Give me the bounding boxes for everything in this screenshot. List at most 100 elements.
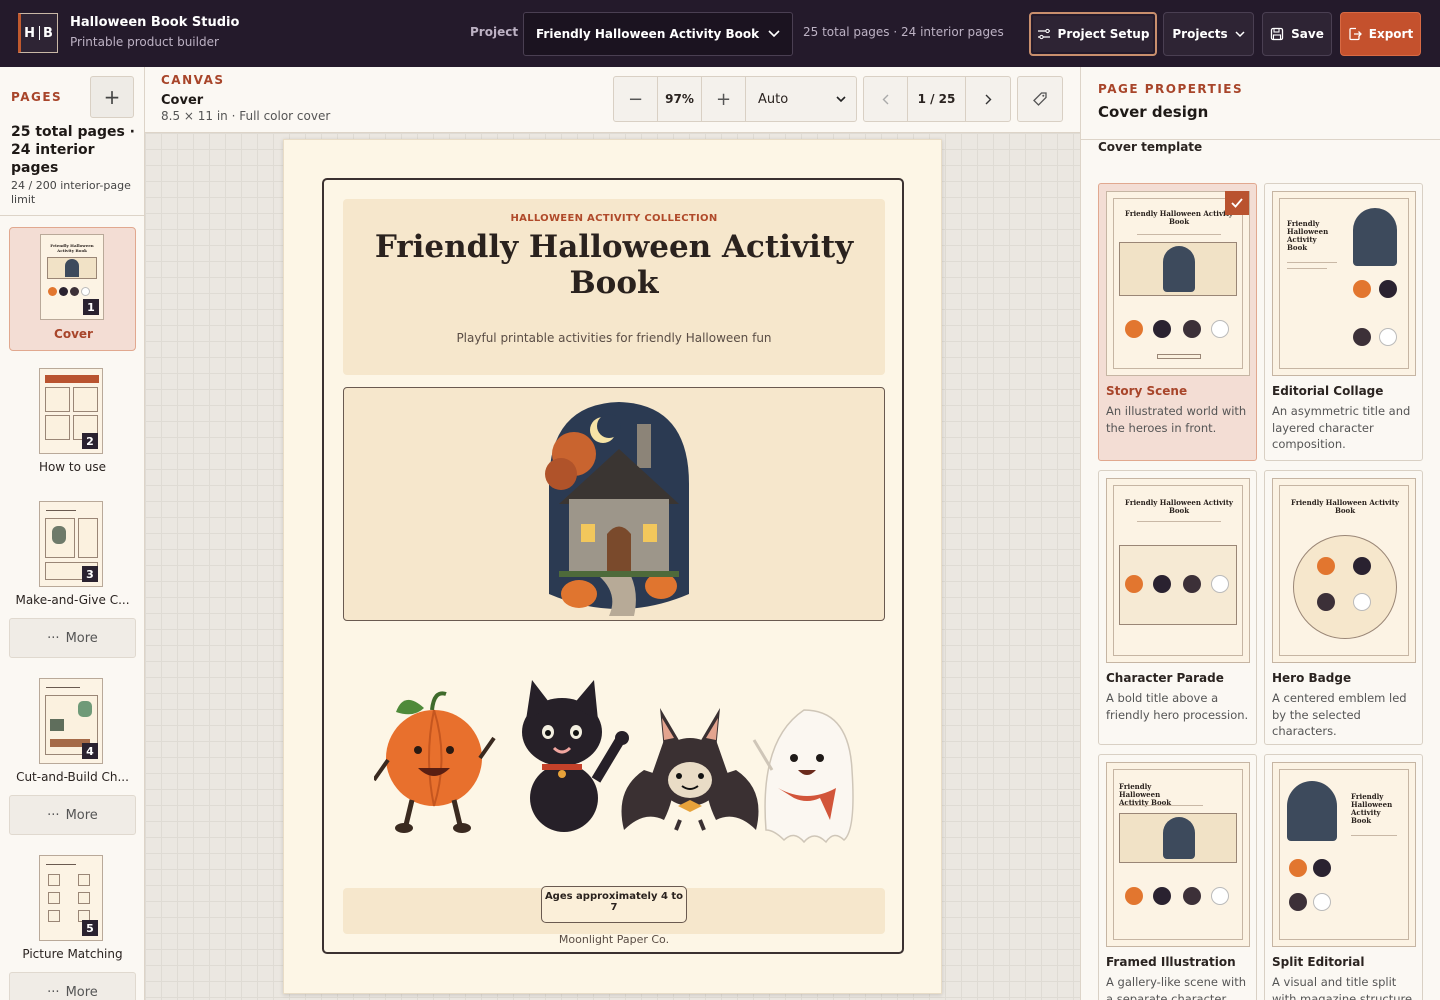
more-button[interactable]: ··· More — [9, 972, 136, 1000]
template-name: Character Parade — [1106, 671, 1224, 685]
chevron-right-icon — [985, 94, 991, 104]
project-select[interactable]: Friendly Halloween Activity Book — [523, 12, 793, 56]
chevron-down-icon — [768, 30, 780, 38]
minus-icon: − — [627, 88, 644, 110]
zoom-out-button[interactable]: − — [614, 77, 658, 121]
page-indicator: 1 / 25 — [908, 77, 966, 121]
template-desc: A visual and title split with magazine s… — [1272, 975, 1416, 1000]
more-button[interactable]: ··· More — [9, 618, 136, 658]
ghost-character — [752, 709, 854, 844]
prev-page-button[interactable] — [864, 77, 908, 121]
plus-icon: + — [715, 88, 732, 110]
cover-template-label: Cover template — [1098, 140, 1203, 154]
zoom-in-button[interactable]: + — [702, 77, 746, 121]
projects-label: Projects — [1172, 27, 1228, 41]
zoom-level: 97% — [658, 77, 702, 121]
template-desc: A bold title above a friendly hero proce… — [1106, 691, 1249, 722]
template-preview: Friendly Halloween Activity Book — [1272, 478, 1416, 663]
page-number: 2 — [82, 433, 98, 449]
chevron-left-icon — [882, 94, 889, 104]
cover-page[interactable]: HALLOWEEN ACTIVITY COLLECTION Friendly H… — [283, 139, 942, 994]
page-number: 1 — [83, 299, 99, 315]
cover-kicker: HALLOWEEN ACTIVITY COLLECTION — [510, 213, 718, 224]
page-number: 5 — [82, 920, 98, 936]
chevron-down-icon — [836, 95, 846, 102]
app-title: Halloween Book Studio — [70, 15, 240, 30]
canvas-header: CANVAS Cover 8.5 × 11 in · Full color co… — [145, 67, 1080, 133]
export-label: Export — [1368, 27, 1414, 41]
page-thumb-cut-and-build[interactable]: 4 Cut-and-Build Ch... — [9, 677, 136, 787]
template-name: Split Editorial — [1272, 955, 1365, 969]
page-label: Picture Matching — [22, 947, 123, 961]
page-thumb-how-to-use[interactable]: 2 How to use — [9, 367, 136, 481]
pages-label: PAGES — [11, 90, 63, 104]
template-preview: Friendly Halloween Activity Book — [1272, 191, 1416, 376]
template-card-character-parade[interactable]: Friendly Halloween Activity Book Charact… — [1098, 470, 1257, 745]
save-button[interactable]: Save — [1262, 12, 1332, 56]
chevron-down-icon — [1235, 30, 1245, 37]
zoom-fit-select[interactable]: Auto — [746, 77, 856, 121]
more-label: More — [65, 807, 98, 823]
pages-sidebar: PAGES + 25 total pages · 24 interior pag… — [0, 67, 145, 1000]
title-block[interactable]: HALLOWEEN ACTIVITY COLLECTION Friendly H… — [343, 199, 885, 375]
cover-frame: HALLOWEEN ACTIVITY COLLECTION Friendly H… — [322, 178, 904, 954]
page-label: Make-and-Give C... — [15, 593, 130, 607]
cover-title: Friendly Halloween Activity Book — [374, 229, 854, 301]
template-card-framed-illustration[interactable]: Friendly Halloween Activity Book Framed … — [1098, 754, 1257, 1000]
guides-toggle-button[interactable] — [1017, 76, 1063, 122]
template-preview: Friendly Halloween Activity Book — [1106, 478, 1250, 663]
save-label: Save — [1291, 27, 1324, 41]
page-label: How to use — [38, 460, 107, 474]
template-card-split-editorial[interactable]: Friendly Halloween Activity Book Split E… — [1264, 754, 1423, 1000]
projects-button[interactable]: Projects — [1163, 12, 1254, 56]
page-thumb-picture-matching[interactable]: 5 Picture Matching — [9, 854, 136, 964]
divider — [0, 215, 144, 216]
pages-count: 25 total pages · 24 interior pages — [11, 124, 135, 176]
project-meta: 25 total pages · 24 interior pages — [803, 25, 1004, 39]
page-label: Cover — [54, 327, 93, 341]
panel-label: PAGE PROPERTIES — [1098, 82, 1244, 96]
template-name: Framed Illustration — [1106, 955, 1236, 969]
canvas-label: CANVAS — [161, 73, 225, 87]
canvas-workspace[interactable]: HALLOWEEN ACTIVITY COLLECTION Friendly H… — [145, 133, 1080, 1000]
more-button[interactable]: ··· More — [9, 795, 136, 835]
template-name: Hero Badge — [1272, 671, 1352, 685]
page-number: 3 — [82, 566, 98, 582]
more-label: More — [65, 630, 98, 646]
template-card-editorial-collage[interactable]: Friendly Halloween Activity Book Editori… — [1264, 183, 1423, 461]
template-desc: A gallery-like scene with a separate cha… — [1106, 975, 1246, 1000]
page-thumb-make-and-give[interactable]: 3 Make-and-Give C... — [9, 500, 136, 610]
app-subtitle: Printable product builder — [70, 35, 219, 49]
sliders-icon — [1037, 28, 1050, 40]
save-icon — [1270, 27, 1284, 41]
template-desc: An illustrated world with the heroes in … — [1106, 404, 1247, 435]
zoom-fit-value: Auto — [758, 91, 789, 107]
template-preview: Friendly Halloween Activity Book — [1106, 762, 1250, 947]
ellipsis-icon: ··· — [47, 984, 60, 1000]
template-name: Story Scene — [1106, 384, 1188, 398]
haunted-cottage-illustration — [545, 402, 689, 616]
bat-character — [621, 708, 759, 831]
age-badge: Ages approximately 4 to 7 — [541, 886, 687, 923]
scene-illustration-box[interactable] — [343, 387, 885, 621]
selected-check-icon — [1225, 191, 1249, 215]
page-thumbnail: 2 — [39, 368, 103, 454]
page-number: 4 — [82, 743, 98, 759]
page-thumbnail: Friendly Halloween Activity Book 1 — [40, 234, 104, 320]
project-setup-button[interactable]: Project Setup — [1029, 12, 1157, 56]
template-card-hero-badge[interactable]: Friendly Halloween Activity Book Hero Ba… — [1264, 470, 1423, 745]
export-icon — [1349, 27, 1362, 41]
black-cat-character — [522, 680, 629, 832]
ellipsis-icon: ··· — [47, 630, 60, 646]
add-page-button[interactable]: + — [90, 76, 134, 118]
page-thumb-cover[interactable]: Friendly Halloween Activity Book 1 Cover — [9, 227, 136, 351]
cover-footer[interactable]: Ages approximately 4 to 7 Moonlight Pape… — [343, 886, 885, 946]
project-select-value: Friendly Halloween Activity Book — [536, 27, 760, 41]
page-thumbnail: 5 — [39, 855, 103, 941]
export-button[interactable]: Export — [1340, 12, 1421, 56]
zoom-controls: − 97% + Auto — [613, 76, 857, 122]
template-card-story-scene[interactable]: Friendly Halloween Activity Book Story S… — [1098, 183, 1257, 461]
template-name: Editorial Collage — [1272, 384, 1384, 398]
next-page-button[interactable] — [966, 77, 1010, 121]
plus-icon: + — [103, 85, 121, 109]
